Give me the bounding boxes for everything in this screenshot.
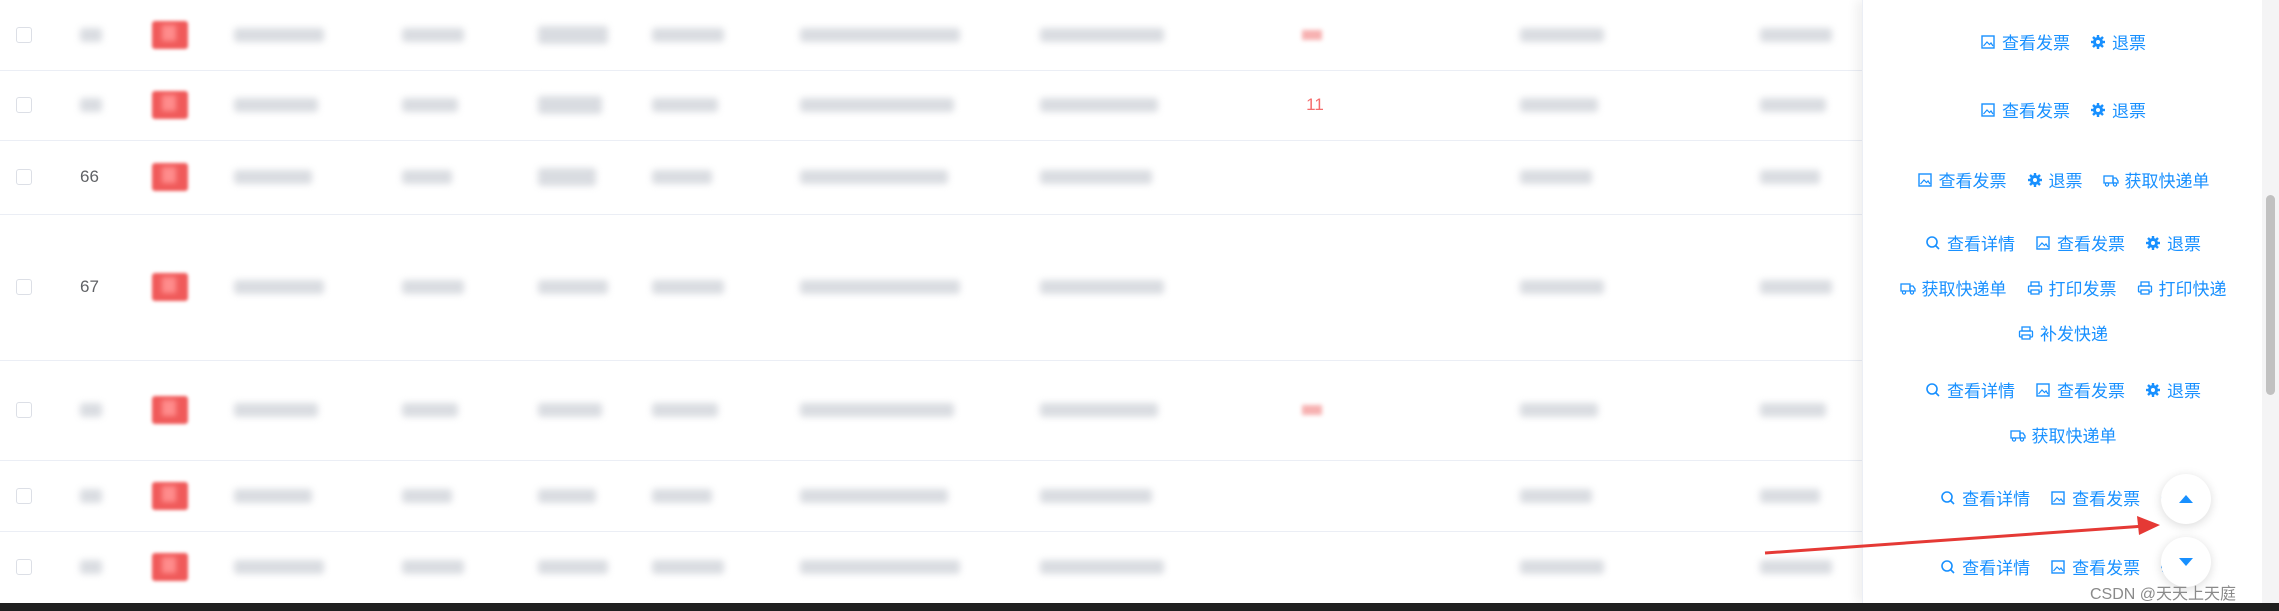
taskbar-strip (0, 603, 2279, 611)
annotation-arrow (1764, 516, 2160, 555)
watermark: CSDN @天天上天庭 (2090, 586, 2237, 603)
